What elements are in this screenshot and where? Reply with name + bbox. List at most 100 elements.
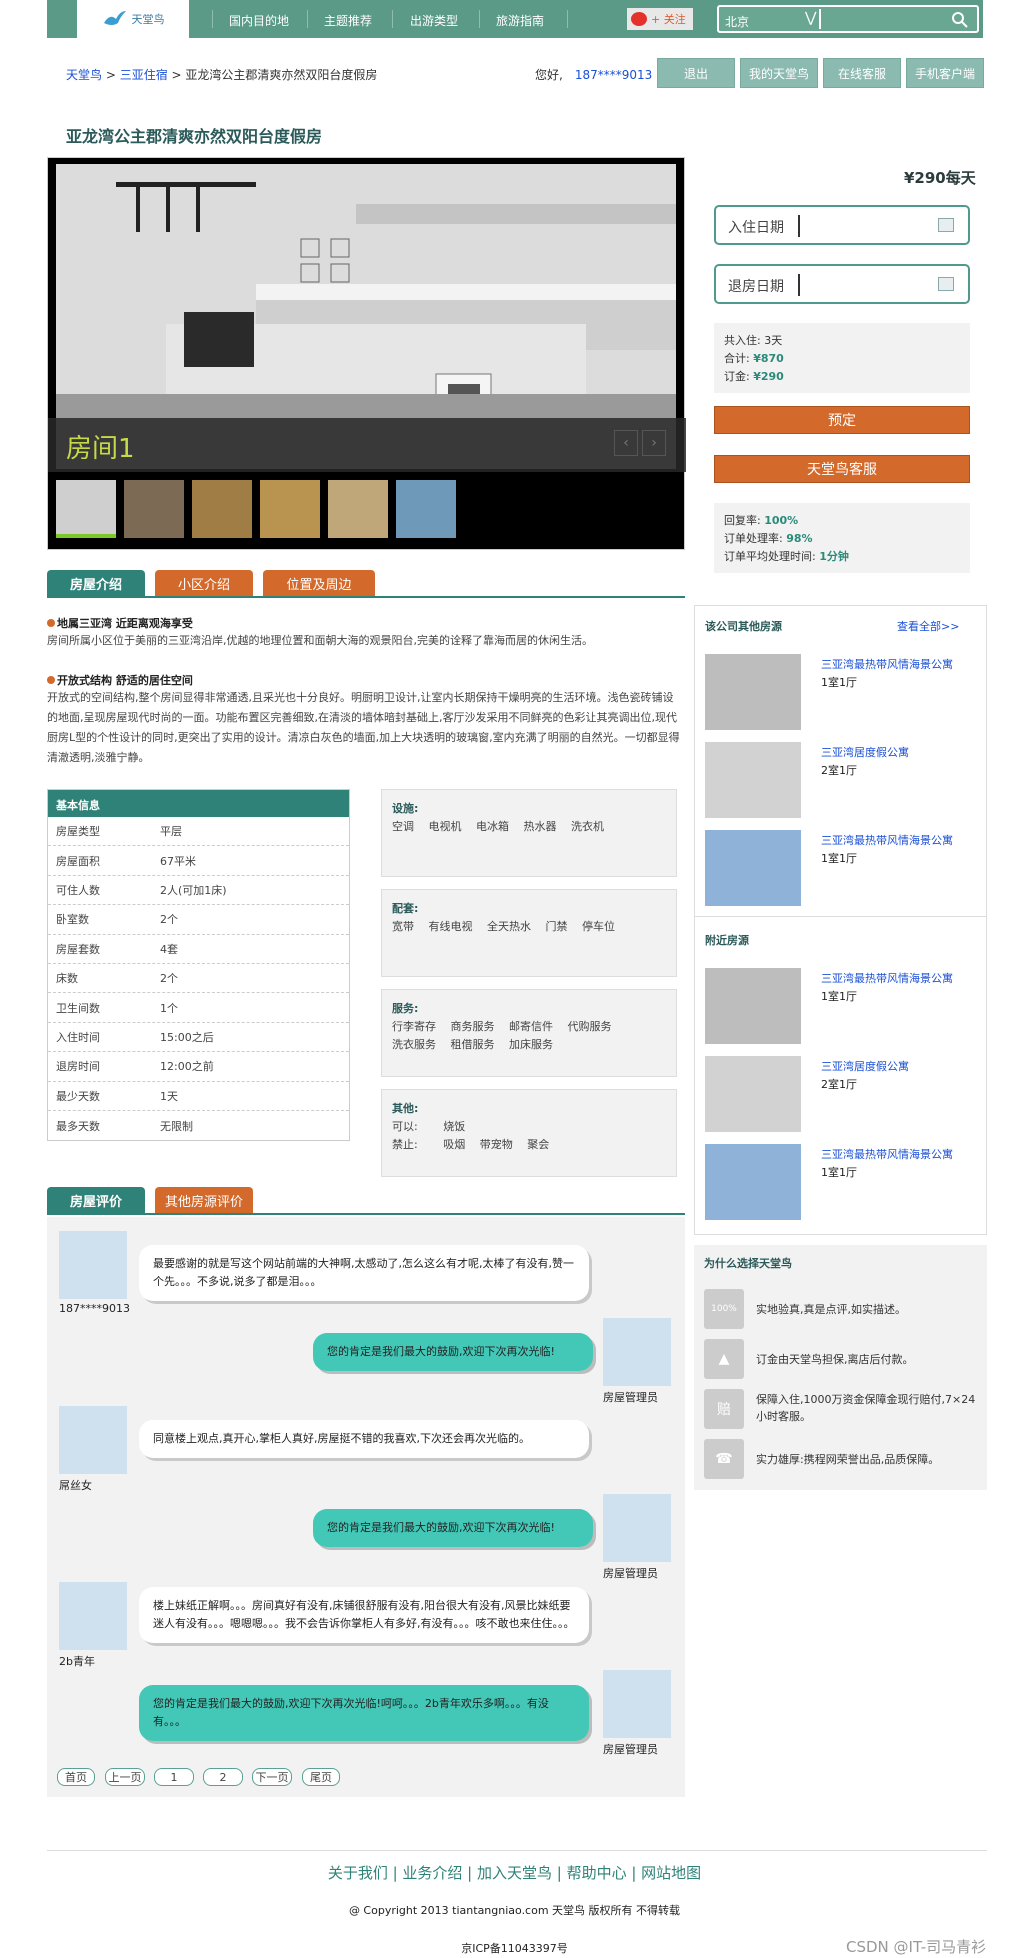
info-value: 15:00之后 xyxy=(160,1030,214,1044)
search-divider xyxy=(819,9,821,29)
listing-link[interactable]: 三亚湾居度假公寓 xyxy=(821,1058,909,1074)
weibo-follow-button[interactable]: + 关注 xyxy=(627,8,693,30)
nav-item-themes[interactable]: 主题推荐 xyxy=(324,12,372,29)
first-page-button[interactable]: 首页 xyxy=(57,1768,95,1786)
info-key: 最少天数 xyxy=(56,1089,100,1103)
facilities-box: 设施: 空调 电视机 电冰箱 热水器 洗衣机 xyxy=(381,789,677,877)
gallery-thumbnail[interactable] xyxy=(328,480,388,538)
prev-page-button[interactable]: 上一页 xyxy=(105,1768,145,1786)
next-arrow-icon[interactable]: › xyxy=(642,430,666,456)
last-page-button[interactable]: 尾页 xyxy=(302,1768,340,1786)
other-rules-box: 其他: 可以: 烧饭 禁止: 吸烟 带宠物 聚会 xyxy=(381,1089,677,1177)
tab-community-intro[interactable]: 小区介绍 xyxy=(155,570,253,596)
info-key: 入住时间 xyxy=(56,1030,100,1044)
breadcrumb-current: 亚龙湾公主郡清爽亦然双阳台度假房 xyxy=(185,68,378,82)
logo[interactable]: 天堂鸟 xyxy=(77,0,189,38)
listing-thumbnail[interactable] xyxy=(705,830,801,906)
services-title: 服务: xyxy=(392,1002,419,1015)
reply-bubble: 您的肯定是我们最大的鼓励,欢迎下次再次光临! xyxy=(313,1509,593,1547)
calendar-icon[interactable] xyxy=(938,218,954,232)
breadcrumb-home-link[interactable]: 天堂鸟 xyxy=(66,68,102,82)
listing-layout: 2室1厅 xyxy=(821,764,857,777)
listing-thumbnail[interactable] xyxy=(705,742,801,818)
other-rules-line: 可以: 烧饭 xyxy=(392,1120,466,1133)
gallery-thumbnail[interactable] xyxy=(260,480,320,538)
nav-item-trip-type[interactable]: 出游类型 xyxy=(410,12,458,29)
breadcrumb-city-link[interactable]: 三亚住宿 xyxy=(120,68,168,82)
amenities-title: 配套: xyxy=(392,902,419,915)
gallery-thumbnail[interactable] xyxy=(124,480,184,538)
view-all-link[interactable]: 查看全部>> xyxy=(897,618,959,634)
sidebar-listings: 该公司其他房源 查看全部>> 三亚湾最热带风情海景公寓 1室1厅 三亚湾居度假公… xyxy=(694,605,987,1235)
user-greeting: 您好, 187****9013 xyxy=(535,66,652,83)
listing-thumbnail[interactable] xyxy=(705,1056,801,1132)
gallery-thumbnail[interactable] xyxy=(56,480,116,538)
review-bubble: 楼上妹纸正解啊。。。房间真好有没有,床铺很舒服有没有,阳台很大有没有,风景比妹纸… xyxy=(139,1587,589,1643)
customer-service-button[interactable]: 天堂鸟客服 xyxy=(714,455,970,483)
search-box[interactable]: 北京 ⋁ xyxy=(717,5,979,33)
tab-other-reviews[interactable]: 其他房源评价 xyxy=(155,1187,253,1213)
table-row: 卫生间数 1个 xyxy=(48,993,349,1023)
listing-link[interactable]: 三亚湾最热带风情海景公寓 xyxy=(821,656,953,672)
listing-layout: 2室1厅 xyxy=(821,1078,857,1091)
book-button[interactable]: 预定 xyxy=(714,406,970,434)
info-key: 床数 xyxy=(56,972,78,986)
user-id[interactable]: 187****9013 xyxy=(575,68,652,82)
info-value: 1天 xyxy=(160,1089,178,1103)
checkout-date-field[interactable]: 退房日期 xyxy=(714,264,970,304)
mobile-client-button[interactable]: 手机客户端 xyxy=(906,58,984,88)
tab-house-reviews[interactable]: 房屋评价 xyxy=(47,1187,145,1213)
footer-links[interactable]: 关于我们 | 业务介绍 | 加入天堂鸟 | 帮助中心 | 网站地图 xyxy=(0,1862,1029,1883)
reviews-panel: 187****9013 最要感谢的就是写这个网站前端的大神啊,太感动了,怎么这么… xyxy=(47,1217,685,1797)
avatar xyxy=(603,1494,671,1562)
listing-link[interactable]: 三亚湾最热带风情海景公寓 xyxy=(821,1146,953,1162)
chevron-down-icon[interactable]: ⋁ xyxy=(805,10,816,26)
listing-thumbnail[interactable] xyxy=(705,1144,801,1220)
tab-house-intro[interactable]: 房屋介绍 xyxy=(47,570,145,596)
listing-link[interactable]: 三亚湾最热带风情海景公寓 xyxy=(821,970,953,986)
prev-arrow-icon[interactable]: ‹ xyxy=(614,430,638,456)
bird-logo-icon xyxy=(103,11,126,25)
listing-layout: 1室1厅 xyxy=(821,676,857,689)
page-2-button[interactable]: 2 xyxy=(203,1768,243,1786)
reviewer-name: 屌丝女 xyxy=(59,1479,92,1492)
my-account-button[interactable]: 我的天堂鸟 xyxy=(740,58,818,88)
gallery-thumbnail[interactable] xyxy=(396,480,456,538)
city-select[interactable]: 北京 xyxy=(725,13,749,30)
online-service-button[interactable]: 在线客服 xyxy=(823,58,901,88)
table-row: 卧室数 2个 xyxy=(48,905,349,935)
desc-heading: 地属三亚湾 近距离观海享受 xyxy=(47,615,193,631)
tab-location[interactable]: 位置及周边 xyxy=(263,570,375,596)
info-value: 12:00之前 xyxy=(160,1060,214,1074)
reviewer-name: 2b青年 xyxy=(59,1655,95,1668)
logout-button[interactable]: 退出 xyxy=(657,58,735,88)
other-rules-line: 禁止: 吸烟 带宠物 聚会 xyxy=(392,1138,550,1151)
handle-rate-label: 订单处理率: xyxy=(724,532,783,545)
checkin-date-field[interactable]: 入住日期 xyxy=(714,205,970,245)
gallery-thumbnail[interactable] xyxy=(192,480,252,538)
search-icon[interactable] xyxy=(951,11,969,29)
listing-thumbnail[interactable] xyxy=(705,968,801,1044)
next-page-button[interactable]: 下一页 xyxy=(252,1768,292,1786)
verified-icon: 100% xyxy=(704,1289,744,1329)
nav-item-domestic[interactable]: 国内目的地 xyxy=(229,12,289,29)
info-value: 2个 xyxy=(160,913,178,927)
info-key: 卧室数 xyxy=(56,913,89,927)
listing-link[interactable]: 三亚湾最热带风情海景公寓 xyxy=(821,832,953,848)
nav-divider xyxy=(392,10,393,28)
calendar-icon[interactable] xyxy=(938,277,954,291)
building-icon: ▲ xyxy=(704,1339,744,1379)
nav-item-guide[interactable]: 旅游指南 xyxy=(496,12,544,29)
table-row: 房屋类型 平层 xyxy=(48,817,349,847)
listing-link[interactable]: 三亚湾居度假公寓 xyxy=(821,744,909,760)
deposit-label: 订金: xyxy=(724,370,750,383)
desc-paragraph: 房间所属小区位于美丽的三亚湾沿岸,优越的地理位置和面朝大海的观景阳台,完美的诠释… xyxy=(47,634,593,647)
page-1-button[interactable]: 1 xyxy=(154,1768,194,1786)
listing-thumbnail[interactable] xyxy=(705,654,801,730)
greeting-text: 您好, xyxy=(535,68,563,82)
page-title: 亚龙湾公主郡清爽亦然双阳台度假房 xyxy=(66,127,323,146)
footer-divider xyxy=(47,1850,987,1851)
avatar xyxy=(603,1670,671,1738)
info-value: 67平米 xyxy=(160,854,196,868)
total-value: ¥870 xyxy=(753,352,784,365)
